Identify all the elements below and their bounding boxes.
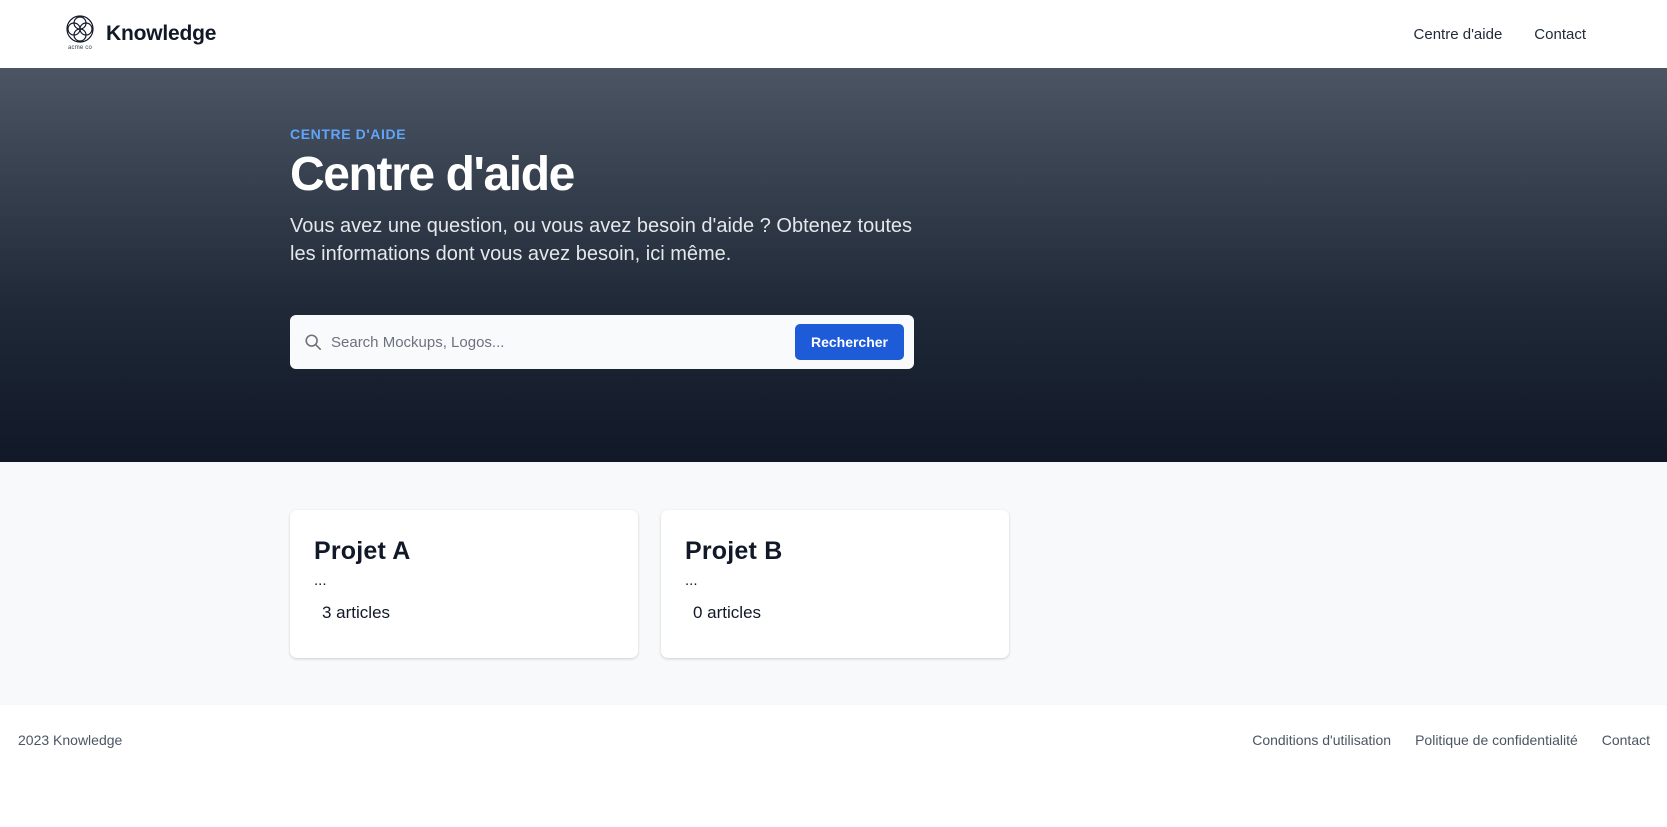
project-card-a[interactable]: Projet A ... 3 articles — [290, 510, 638, 658]
nav-link-contact[interactable]: Contact — [1534, 26, 1586, 43]
brand-name: Knowledge — [106, 22, 217, 45]
project-article-count: 3 articles — [322, 603, 391, 622]
projects-section: Projet A ... 3 articles Projet B ... 0 a… — [0, 462, 1667, 705]
footer-links: Conditions d'utilisation Politique de co… — [1252, 732, 1650, 748]
brand[interactable]: acme co Knowledge — [64, 14, 216, 54]
nav-link-help-center[interactable]: Centre d'aide — [1414, 26, 1503, 43]
hero-eyebrow: CENTRE D'AIDE — [290, 126, 407, 142]
search-button[interactable]: Rechercher — [794, 324, 904, 360]
hero-section: CENTRE D'AIDE Centre d'aide Vous avez un… — [0, 68, 1667, 462]
top-nav: Centre d'aide Contact — [1414, 26, 1586, 43]
logo-text: acme co — [67, 45, 93, 51]
project-description: ... — [314, 572, 327, 589]
footer-link-terms[interactable]: Conditions d'utilisation — [1252, 732, 1391, 748]
footer: 2023 Knowledge Conditions d'utilisation … — [0, 705, 1667, 775]
acme-logo-icon: acme co — [64, 14, 96, 54]
footer-copyright: 2023 Knowledge — [18, 732, 123, 748]
project-title: Projet A — [314, 537, 411, 565]
footer-link-privacy[interactable]: Politique de confidentialité — [1415, 732, 1578, 748]
footer-link-contact[interactable]: Contact — [1602, 732, 1650, 748]
search-bar: Rechercher — [290, 315, 914, 369]
project-description: ... — [685, 572, 698, 589]
search-input[interactable] — [331, 333, 795, 351]
project-card-b[interactable]: Projet B ... 0 articles — [661, 510, 1009, 658]
project-article-count: 0 articles — [693, 603, 762, 622]
project-title: Projet B — [685, 537, 783, 565]
top-navbar: acme co Knowledge Centre d'aide Contact — [0, 0, 1667, 68]
search-icon — [303, 332, 323, 352]
page-title: Centre d'aide — [290, 148, 575, 201]
hero-subtitle: Vous avez une question, ou vous avez bes… — [290, 215, 913, 265]
